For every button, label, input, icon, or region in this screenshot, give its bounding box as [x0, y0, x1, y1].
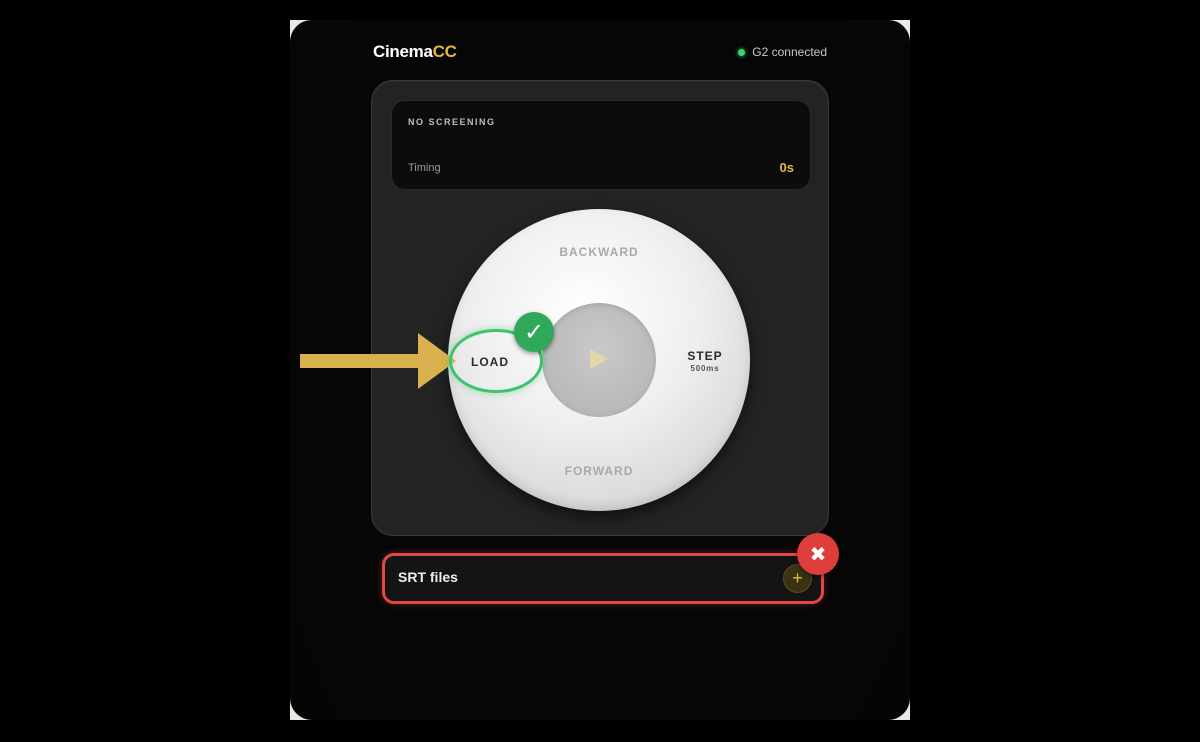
checkmark-icon: ✓ [514, 312, 554, 352]
play-icon [590, 349, 608, 369]
srt-files-label: SRT files [398, 569, 458, 585]
control-card: NO SCREENING Timing 0s BACKWARD FORWARD … [371, 80, 829, 536]
status-screen: NO SCREENING Timing 0s [391, 100, 811, 190]
step-button[interactable]: STEP [680, 349, 730, 363]
step-interval: 500ms [690, 364, 720, 373]
srt-files-panel[interactable]: SRT files + [382, 553, 824, 604]
app-title-part1: Cinema [373, 42, 433, 61]
play-button[interactable] [542, 303, 656, 417]
stage: CinemaCC G2 connected NO SCREENING Timin… [0, 0, 1200, 742]
connected-dot-icon [738, 48, 746, 56]
connection-status-text: G2 connected [752, 45, 827, 59]
backward-button[interactable]: BACKWARD [448, 245, 750, 259]
timing-value: 0s [779, 160, 794, 175]
cross-mark-icon: ✖ [797, 533, 839, 575]
app-title: CinemaCC [373, 42, 457, 62]
connection-status: G2 connected [738, 45, 827, 59]
screening-status: NO SCREENING [408, 117, 496, 127]
app-title-part2: CC [432, 42, 457, 61]
forward-button[interactable]: FORWARD [448, 464, 750, 478]
pointer-arrow-icon [300, 333, 456, 389]
timing-label: Timing [408, 162, 441, 174]
